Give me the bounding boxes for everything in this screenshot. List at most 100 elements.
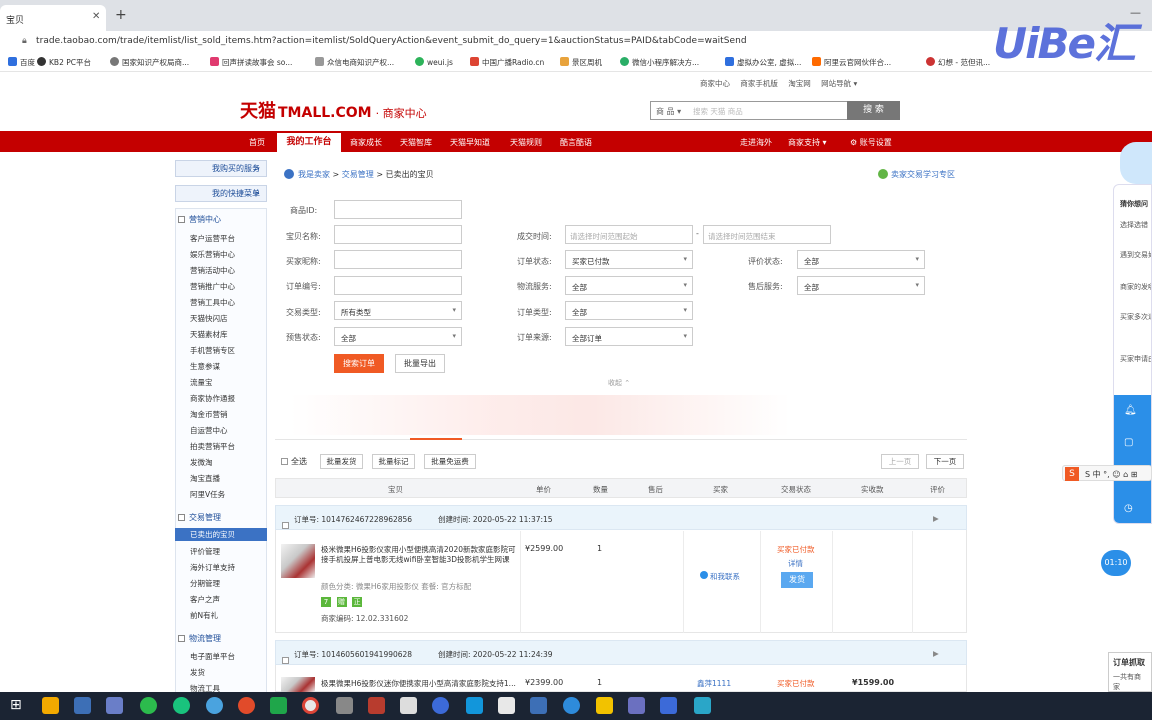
batch-free-shipping-button[interactable]: 批量免运费	[424, 454, 476, 469]
batch-export-button[interactable]: 批量导出	[395, 354, 445, 373]
bookmark-item[interactable]: 阿里云官网伙伴合...	[812, 57, 891, 68]
sidebar-item[interactable]: 客户之声	[190, 594, 220, 605]
bookmark-item[interactable]: 景区周机	[560, 57, 602, 68]
learn-zone-link[interactable]: 卖家交易学习专区	[878, 169, 955, 180]
sidebar-item[interactable]: 阿里V任务	[190, 489, 225, 500]
windows-start-icon[interactable]: ⊞	[10, 697, 27, 714]
folder-icon[interactable]	[596, 697, 613, 714]
app-icon[interactable]	[530, 697, 547, 714]
sidebar-item[interactable]: 天猫快闪店	[190, 313, 228, 324]
nav-growth[interactable]: 商家成长	[350, 137, 382, 148]
breadcrumb-trade[interactable]: 交易管理	[342, 170, 374, 179]
product-title-link[interactable]: 极果微果H6投影仪迷你便携家用小型高清家庭影院支持1...	[321, 679, 521, 689]
merchant-center-link[interactable]: 商家中心	[700, 79, 730, 88]
app-icon[interactable]	[498, 697, 515, 714]
prev-page-button[interactable]: 上一页	[881, 454, 919, 469]
help-question[interactable]: 买家多次退款却一怎么办?	[1120, 313, 1151, 322]
batch-mark-button[interactable]: 批量标记	[372, 454, 415, 469]
sidebar-item[interactable]: 天猫素材库	[190, 329, 228, 340]
help-question[interactable]: 商家的发哪里修改	[1120, 283, 1151, 292]
breadcrumb-seller[interactable]: 我是卖家	[298, 170, 330, 179]
section-logistics[interactable]: 物流管理	[178, 633, 221, 644]
nav-workbench[interactable]: 我的工作台	[277, 133, 341, 152]
app-icon[interactable]	[206, 697, 223, 714]
app-icon[interactable]	[466, 697, 483, 714]
sidebar-item[interactable]: 电子面单平台	[190, 651, 235, 662]
product-id-input[interactable]	[334, 200, 462, 219]
trade-type-select[interactable]: 所有类型 ▾	[334, 301, 462, 320]
bookmark-item[interactable]: KB2 PC平台	[37, 57, 91, 68]
app-icon[interactable]	[42, 697, 59, 714]
ship-button[interactable]: 发货	[781, 572, 813, 588]
sidebar-item-sold-items[interactable]: 已卖出的宝贝	[175, 528, 267, 541]
wechat-icon[interactable]	[140, 697, 157, 714]
buyer-name[interactable]: 鑫萍1111	[697, 678, 731, 689]
app-icon[interactable]	[694, 697, 711, 714]
sidebar-item[interactable]: 客户运营平台	[190, 233, 235, 244]
help-question[interactable]: 选择选错	[1120, 221, 1148, 230]
tmall-logo[interactable]: 天猫 TMALL.COM · 商家中心	[240, 97, 427, 123]
section-trade[interactable]: 交易管理	[178, 512, 221, 523]
bookmark-item[interactable]: 众信电商知识产权...	[315, 57, 394, 68]
buyer-nick-input[interactable]	[334, 250, 462, 269]
sidebar-item[interactable]: 自运营中心	[190, 425, 228, 436]
batch-ship-button[interactable]: 批量发货	[320, 454, 363, 469]
nav-account-settings[interactable]: ⚙ 账号设置	[850, 137, 892, 148]
site-nav-link[interactable]: 网站导航 ▾	[821, 79, 857, 88]
sidebar-item[interactable]: 发微淘	[190, 457, 213, 468]
merchant-mobile-link[interactable]: 商家手机版	[740, 79, 778, 88]
bookmark-item[interactable]: 虚拟办公室, 虚拟...	[725, 57, 801, 68]
search-orders-button[interactable]: 搜索订单	[334, 354, 384, 373]
sidebar-item[interactable]: 营销工具中心	[190, 297, 235, 308]
sidebar-item[interactable]: 评价管理	[190, 546, 220, 557]
taobao-link[interactable]: 淘宝网	[788, 79, 811, 88]
sidebar-item[interactable]: 前N有礼	[190, 610, 218, 621]
sidebar-item[interactable]: 拍卖营销平台	[190, 441, 235, 452]
bell-icon[interactable]: 🔔︎	[1124, 405, 1137, 416]
select-all-checkbox[interactable]: 全选	[281, 456, 307, 467]
clock-icon[interactable]: ◷	[1124, 503, 1133, 514]
sidebar-item[interactable]: 分期管理	[190, 578, 220, 589]
app-icon[interactable]	[628, 697, 645, 714]
order-detail-link[interactable]: 详情	[788, 558, 803, 569]
app-icon[interactable]	[106, 697, 123, 714]
chrome-icon[interactable]	[302, 697, 319, 714]
app-icon[interactable]	[74, 697, 91, 714]
bookmark-item[interactable]: 百度	[8, 57, 35, 68]
bookmark-item[interactable]: weui.js	[415, 57, 453, 67]
nav-overseas[interactable]: 走进海外	[740, 137, 772, 148]
sidebar-item[interactable]: 流量宝	[190, 377, 213, 388]
bookmark-item[interactable]: 微信小程序解决方...	[620, 57, 699, 68]
flag-icon[interactable]: ▶	[933, 649, 939, 658]
app-icon[interactable]	[432, 697, 449, 714]
order-source-select[interactable]: 全部订单 ▾	[565, 327, 693, 346]
after-sale-select[interactable]: 全部 ▾	[797, 276, 925, 295]
assistant-mascot-icon[interactable]	[1120, 142, 1152, 184]
contact-buyer-link[interactable]: 和我联系	[700, 571, 740, 582]
chat-icon[interactable]: ▢	[1124, 437, 1133, 448]
sidebar-item[interactable]: 营销活动中心	[190, 265, 235, 276]
nav-early-know[interactable]: 天猫早知道	[450, 137, 490, 148]
app-icon[interactable]	[660, 697, 677, 714]
nav-home[interactable]: 首页	[249, 137, 265, 148]
close-tab-icon[interactable]: ✕	[92, 11, 100, 22]
product-title-link[interactable]: 极米微果H6投影仪家用小型便携高清2020新款家庭影院可接手机投屏上普电影无线w…	[321, 545, 521, 565]
search-input[interactable]: 搜索 天猫 商品	[693, 106, 743, 117]
bookmark-item[interactable]: 幻想 - 范但讯...	[926, 57, 990, 68]
nav-think-tank[interactable]: 天猫智库	[400, 137, 432, 148]
sidebar-item[interactable]: 手机营销专区	[190, 345, 235, 356]
bookmark-item[interactable]: 中国广播Radio.cn	[470, 57, 544, 68]
sidebar-item[interactable]: 淘金币营销	[190, 409, 228, 420]
sidebar-item[interactable]: 生意参谋	[190, 361, 220, 372]
sidebar-item[interactable]: 发货	[190, 667, 205, 678]
bookmark-item[interactable]: 国家知识产权局商...	[110, 57, 189, 68]
sidebar-item[interactable]: 淘宝直播	[190, 473, 220, 484]
shortcut-menu-button[interactable]: 我的快捷菜单 >	[175, 185, 267, 202]
bookmark-item[interactable]: 回声拼读故事会 so...	[210, 57, 292, 68]
browser-tab[interactable]: 宝贝 ✕	[0, 5, 106, 31]
app-icon[interactable]	[400, 697, 417, 714]
help-question[interactable]: 遇到交易如何处理	[1120, 251, 1151, 260]
input-method-toolbar[interactable]: S S 中 °, ☺ ⌂ ⊞	[1062, 465, 1152, 481]
logistics-service-select[interactable]: 全部 ▾	[565, 276, 693, 295]
order-status-select[interactable]: 买家已付款 ▾	[565, 250, 693, 269]
